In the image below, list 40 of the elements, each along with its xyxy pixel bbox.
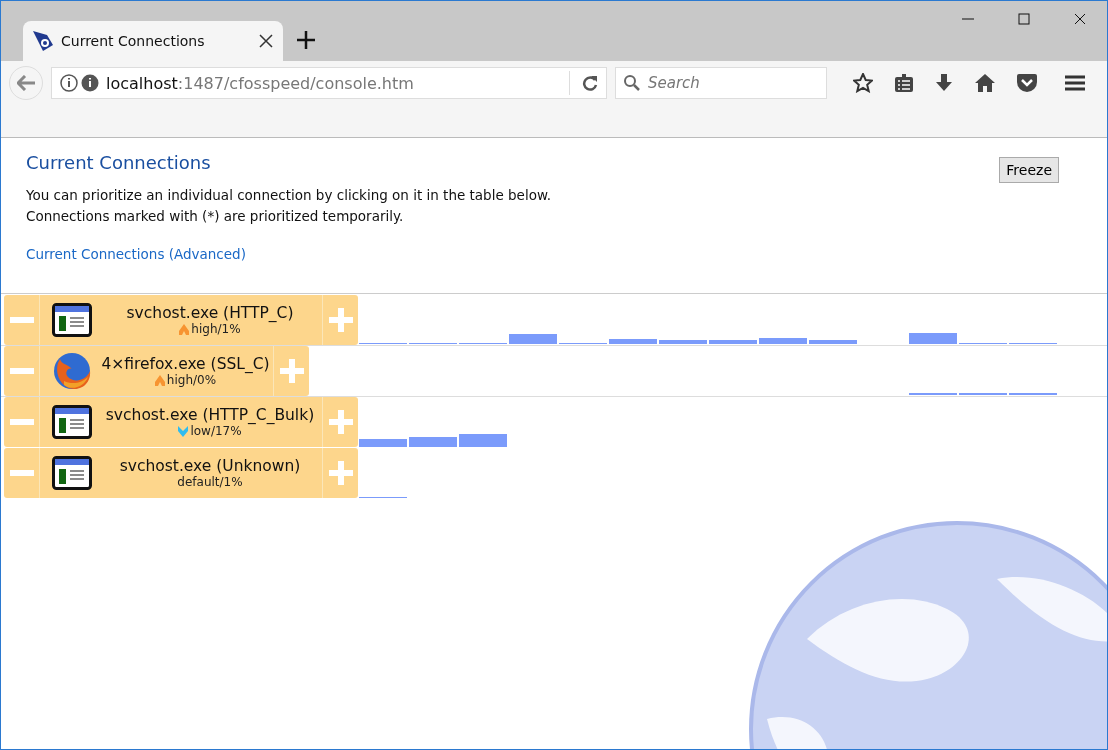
download-icon[interactable] <box>935 74 953 92</box>
priority-status: high/0% <box>166 373 217 387</box>
connection-name: svchost.exe (Unknown) <box>119 457 301 475</box>
connection-name: 4×firefox.exe (SSL_C) <box>101 355 270 373</box>
priority-status: low/17% <box>190 424 242 438</box>
connection-name: svchost.exe (HTTP_C_Bulk) <box>105 406 315 424</box>
back-button[interactable] <box>9 66 43 100</box>
new-tab-icon[interactable] <box>297 31 315 49</box>
search-icon <box>624 75 640 91</box>
page-title: Current Connections <box>26 152 212 173</box>
home-icon[interactable] <box>975 74 995 92</box>
info-icon <box>60 74 100 92</box>
priority-status: high/1% <box>191 322 241 336</box>
minus-icon <box>9 470 34 476</box>
reading-list-icon[interactable] <box>895 74 913 92</box>
reload-icon[interactable] <box>569 71 598 95</box>
freeze-button[interactable]: Freeze <box>999 157 1059 183</box>
address-bar[interactable]: localhost:1487/cfosspeed/console.htm <box>51 67 607 99</box>
tab-title: Current Connections <box>61 33 206 49</box>
priority-status: default/1% <box>177 475 243 489</box>
bookmark-star-icon[interactable] <box>853 73 873 93</box>
plus-icon <box>328 461 353 485</box>
pocket-icon[interactable] <box>1017 74 1037 92</box>
menu-icon[interactable] <box>1065 75 1085 91</box>
search-field[interactable]: Search <box>615 67 827 99</box>
minus-icon <box>9 368 34 374</box>
plus-icon <box>279 359 304 383</box>
intro-text: You can prioritize an individual connection by clicking on it in the table below. <box>26 186 551 205</box>
plus-icon <box>328 308 353 332</box>
back-arrow-icon <box>17 75 35 91</box>
connection-name: svchost.exe (HTTP_C) <box>126 304 294 322</box>
gear-icon <box>33 31 53 51</box>
browser-tab[interactable]: Current Connections <box>23 21 283 61</box>
url-text: localhost:1487/cfosspeed/console.htm <box>106 73 415 93</box>
intro-text: Connections marked with (*) are prioritized temporarily. <box>26 207 405 226</box>
minus-icon <box>9 317 34 323</box>
minus-icon <box>9 419 34 425</box>
close-tab-icon[interactable] <box>259 34 273 48</box>
advanced-link[interactable]: Current Connections (Advanced) <box>26 246 246 262</box>
plus-icon <box>328 410 353 434</box>
